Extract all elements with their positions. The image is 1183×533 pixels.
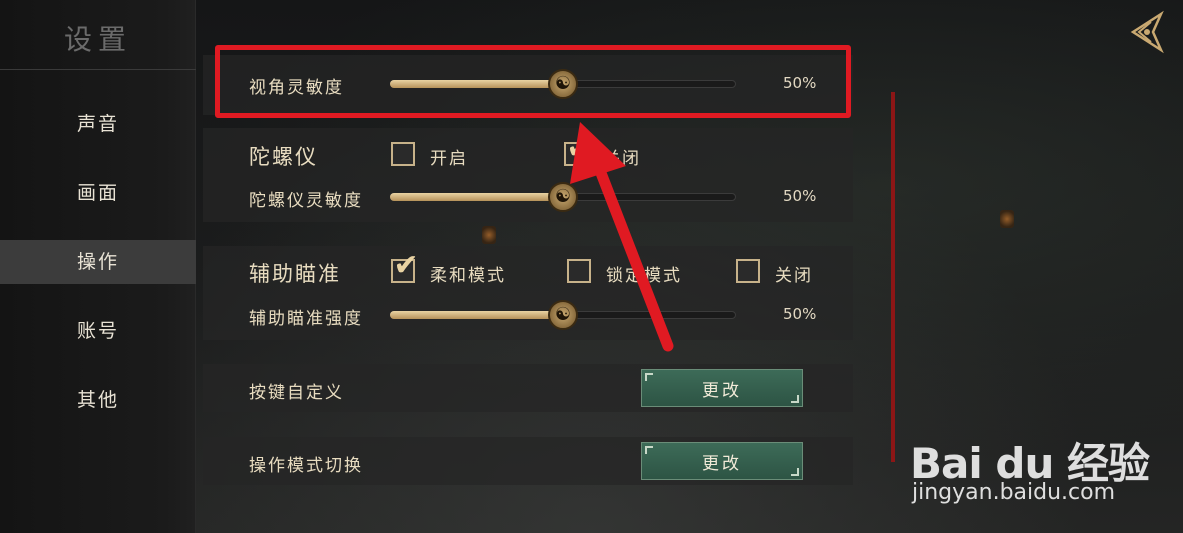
mode-switch-change-button[interactable]: 更改 xyxy=(641,442,803,480)
sidebar-item-sound[interactable]: 声音 xyxy=(0,102,196,146)
sidebar-item-graphics[interactable]: 画面 xyxy=(0,171,196,215)
key-custom-change-button[interactable]: 更改 xyxy=(641,369,803,407)
sidebar-divider xyxy=(0,69,196,70)
aim-assist-strength-slider[interactable]: ☯ xyxy=(390,300,736,330)
sidebar-item-controls[interactable]: 操作 xyxy=(0,240,196,284)
checkmark-icon: ✔ xyxy=(393,248,419,283)
slider-fill xyxy=(390,193,563,201)
aim-assist-label: 辅助瞄准 xyxy=(249,262,341,286)
key-custom-row: 按键自定义 更改 xyxy=(203,364,853,412)
gyroscope-sensitivity-label: 陀螺仪灵敏度 xyxy=(249,191,363,211)
sidebar-item-account[interactable]: 账号 xyxy=(0,309,196,353)
gyroscope-sensitivity-slider[interactable]: ☯ xyxy=(390,182,736,212)
aim-assist-off-label: 关闭 xyxy=(775,266,813,286)
mode-switch-row: 操作模式切换 更改 xyxy=(203,437,853,485)
gyroscope-off-label: 关闭 xyxy=(603,149,641,169)
yin-yang-icon: ☯ xyxy=(554,304,572,325)
aim-assist-off-checkbox[interactable] xyxy=(736,259,760,283)
aim-assist-lock-label: 锁定模式 xyxy=(606,266,682,286)
aim-assist-soft-checkbox[interactable]: ✔ xyxy=(391,251,419,283)
scrollbar[interactable] xyxy=(891,92,895,462)
aim-assist-strength-value: 50% xyxy=(783,305,817,323)
aim-assist-soft-label: 柔和模式 xyxy=(430,266,506,286)
checkmark-icon: ✔ xyxy=(566,131,592,166)
aim-assist-section: 辅助瞄准 ✔ 柔和模式 锁定模式 关闭 辅助瞄准强度 ☯ 50% xyxy=(203,246,853,340)
slider-handle[interactable]: ☯ xyxy=(548,182,578,212)
gyroscope-section: 陀螺仪 开启 ✔ 关闭 陀螺仪灵敏度 ☯ 50% xyxy=(203,128,853,222)
aim-assist-strength-label: 辅助瞄准强度 xyxy=(249,309,363,329)
lantern-decoration xyxy=(482,226,496,244)
gyroscope-on-checkbox[interactable] xyxy=(391,142,415,166)
lantern-decoration xyxy=(1000,210,1014,228)
slider-fill xyxy=(390,311,563,319)
watermark-url: jingyan.baidu.com xyxy=(912,480,1116,505)
yin-yang-icon: ☯ xyxy=(554,186,572,207)
highlight-box xyxy=(215,45,851,118)
aim-assist-lock-checkbox[interactable] xyxy=(567,259,591,283)
gyroscope-off-checkbox[interactable]: ✔ xyxy=(564,134,592,166)
back-icon[interactable] xyxy=(1125,10,1165,54)
slider-handle[interactable]: ☯ xyxy=(548,300,578,330)
gyroscope-label: 陀螺仪 xyxy=(249,145,318,169)
mode-switch-label: 操作模式切换 xyxy=(249,456,363,476)
sidebar-title: 设置 xyxy=(63,23,132,56)
sidebar: 设置 声音 画面 操作 账号 其他 xyxy=(0,0,196,533)
key-custom-label: 按键自定义 xyxy=(249,383,344,403)
gyroscope-sensitivity-value: 50% xyxy=(783,187,817,205)
gyroscope-on-label: 开启 xyxy=(430,149,468,169)
sidebar-item-other[interactable]: 其他 xyxy=(0,378,196,422)
